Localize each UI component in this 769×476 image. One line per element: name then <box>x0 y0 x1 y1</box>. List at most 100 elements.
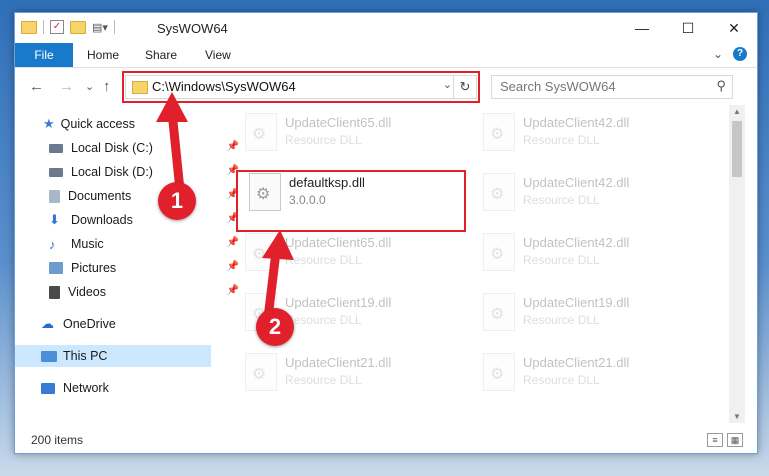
file-type: Resource DLL <box>285 133 362 147</box>
divider <box>43 20 44 34</box>
sidebar-item-music[interactable]: ♪ Music 📌 <box>15 233 245 255</box>
sidebar-item-label: Quick access <box>60 117 135 131</box>
list-item[interactable]: UpdateClient42.dll Resource DLL <box>473 105 703 157</box>
list-item[interactable]: UpdateClient42.dll Resource DLL <box>473 165 703 217</box>
view-switcher: ≡ ▦ <box>707 433 743 447</box>
drive-icon <box>49 143 63 153</box>
file-name: UpdateClient19.dll <box>285 295 392 310</box>
navigation-pane: ★ Quick access Local Disk (C:) 📌 Local D… <box>15 105 239 405</box>
file-name: UpdateClient65.dll <box>285 235 392 250</box>
cloud-icon: ☁ <box>41 316 54 331</box>
sidebar-item-network[interactable]: Network <box>15 377 237 399</box>
sidebar-item-local-disk-d[interactable]: Local Disk (D:) 📌 <box>15 161 245 183</box>
scroll-down-icon[interactable]: ▼ <box>733 412 741 421</box>
sidebar-item-label: Documents <box>68 189 132 203</box>
sidebar-item-label: This PC <box>63 349 108 363</box>
search-input[interactable]: Search SysWOW64 ⚲ <box>491 75 733 99</box>
file-name: UpdateClient42.dll <box>523 235 630 250</box>
dll-file-icon <box>245 113 277 151</box>
network-icon <box>41 382 55 394</box>
sidebar-item-onedrive[interactable]: ☁ OneDrive <box>15 313 237 335</box>
file-highlight <box>236 170 466 232</box>
ribbon-right-controls: ⌄ ? <box>713 47 747 61</box>
minimize-button[interactable]: — <box>619 13 665 43</box>
sidebar-item-videos[interactable]: Videos 📌 <box>15 281 245 303</box>
sidebar-item-label: Network <box>63 381 109 395</box>
file-name: UpdateClient19.dll <box>523 295 630 310</box>
scroll-thumb[interactable] <box>732 121 742 177</box>
sidebar-item-label: Videos <box>68 285 106 299</box>
title-bar: ✓ ▤▾ SysWOW64 — ☐ ✕ <box>15 13 757 43</box>
computer-icon <box>41 350 57 362</box>
tab-file[interactable]: File <box>15 43 73 67</box>
dll-file-icon <box>483 353 515 391</box>
pictures-icon <box>49 262 63 274</box>
file-type: Resource DLL <box>285 373 362 387</box>
recent-locations-button[interactable]: ⌄ <box>85 80 94 93</box>
file-type: Resource DLL <box>523 313 600 327</box>
sidebar-item-this-pc[interactable]: This PC <box>15 345 211 367</box>
sidebar-item-pictures[interactable]: Pictures 📌 <box>15 257 245 279</box>
dll-file-icon <box>483 293 515 331</box>
list-item[interactable]: UpdateClient42.dll Resource DLL <box>473 225 703 277</box>
file-type: Resource DLL <box>523 133 600 147</box>
file-name: UpdateClient21.dll <box>523 355 630 370</box>
divider <box>113 20 115 34</box>
file-type: Resource DLL <box>523 193 600 207</box>
customize-toolbar-icon[interactable]: ▤▾ <box>92 21 108 34</box>
forward-button[interactable]: → <box>59 78 74 95</box>
documents-icon <box>49 189 60 203</box>
file-type: Resource DLL <box>285 253 362 267</box>
window-title: SysWOW64 <box>157 21 228 36</box>
list-item[interactable]: UpdateClient21.dll Resource DLL <box>235 345 465 397</box>
dll-file-icon <box>245 353 277 391</box>
search-placeholder: Search SysWOW64 <box>500 79 616 94</box>
step-badge-1: 1 <box>158 182 196 220</box>
maximize-button[interactable]: ☐ <box>665 13 711 43</box>
dll-file-icon <box>483 113 515 151</box>
sidebar-item-label: Pictures <box>71 261 117 275</box>
file-name: UpdateClient21.dll <box>285 355 392 370</box>
dll-file-icon <box>245 233 277 271</box>
back-button[interactable]: ← <box>29 78 44 95</box>
quick-access-toolbar: ✓ ▤▾ <box>21 20 115 34</box>
close-button[interactable]: ✕ <box>711 13 757 43</box>
music-icon: ♪ <box>49 236 56 252</box>
tab-share[interactable]: Share <box>145 43 177 67</box>
sidebar-item-local-disk-c[interactable]: Local Disk (C:) 📌 <box>15 137 245 159</box>
scroll-up-icon[interactable]: ▲ <box>733 107 741 116</box>
search-icon[interactable]: ⚲ <box>716 78 726 94</box>
sidebar-item-quick-access[interactable]: ★ Quick access <box>15 113 239 135</box>
status-bar: 200 items ≡ ▦ <box>15 427 757 453</box>
sidebar-item-documents[interactable]: Documents 📌 <box>15 185 245 207</box>
details-view-icon[interactable]: ≡ <box>707 433 723 447</box>
sidebar-item-label: Downloads <box>71 213 133 227</box>
step-badge-2: 2 <box>256 308 294 346</box>
list-item[interactable]: UpdateClient21.dll Resource DLL <box>473 345 703 397</box>
list-item[interactable]: UpdateClient19.dll Resource DLL <box>473 285 703 337</box>
folder-icon <box>21 20 37 34</box>
downloads-icon: ⬇ <box>49 212 60 227</box>
new-folder-icon[interactable] <box>70 20 86 34</box>
dll-file-icon <box>483 173 515 211</box>
drive-icon <box>49 167 63 177</box>
up-button[interactable]: ↑ <box>103 78 111 95</box>
sidebar-item-downloads[interactable]: ⬇ Downloads 📌 <box>15 209 245 231</box>
sidebar-item-label: Local Disk (C:) <box>71 141 153 155</box>
ribbon-tabs: File Home Share View ⌄ ? <box>15 43 757 68</box>
sidebar-item-label: Local Disk (D:) <box>71 165 153 179</box>
list-item[interactable]: UpdateClient65.dll Resource DLL <box>235 105 465 157</box>
file-list: UpdateClient65.dll Resource DLL UpdateCl… <box>225 105 725 410</box>
star-icon: ★ <box>43 116 55 131</box>
list-item[interactable]: UpdateClient65.dll Resource DLL <box>235 225 465 277</box>
file-type: Resource DLL <box>523 253 600 267</box>
tab-home[interactable]: Home <box>87 43 119 67</box>
vertical-scrollbar[interactable]: ▲ ▼ <box>729 105 745 423</box>
expand-ribbon-icon[interactable]: ⌄ <box>713 47 723 61</box>
large-icons-view-icon[interactable]: ▦ <box>727 433 743 447</box>
tab-view[interactable]: View <box>205 43 231 67</box>
file-name: UpdateClient65.dll <box>285 115 392 130</box>
help-icon[interactable]: ? <box>733 47 747 61</box>
file-type: Resource DLL <box>285 313 362 327</box>
properties-icon[interactable]: ✓ <box>50 20 64 34</box>
